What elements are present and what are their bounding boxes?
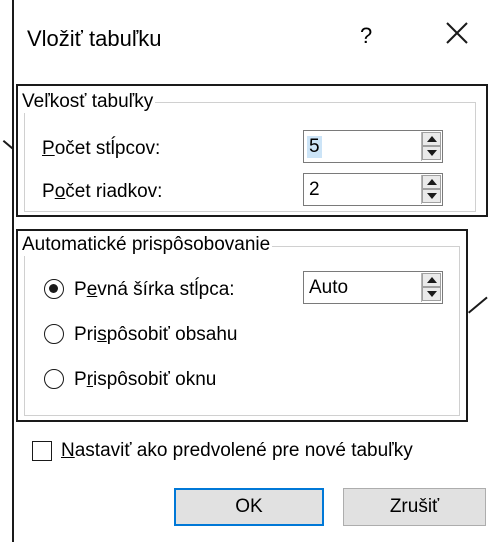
rows-label-start: P [42,181,55,202]
set-default-checkbox[interactable] [32,441,52,461]
autofit-legend: Automatické prispôsobovanie [20,234,273,256]
set-default-label-text: astaviť ako predvolené pre nové tabuľky [74,440,413,461]
fit-content-label-start: Pri [74,324,98,345]
fit-window-label-start: P [74,369,87,390]
set-default-label-accel: N [61,440,75,461]
fixed-width-spinner[interactable]: Auto [303,271,443,304]
arrow-up-icon [427,179,437,185]
columns-label-text: očet stĺpcov: [54,138,161,159]
fixed-width-decrement-button[interactable] [422,287,441,301]
fit-content-label-accel: s [97,324,107,345]
fit-window-label-text: ispôsobiť oknu [93,369,217,390]
columns-label-accel: P [42,138,55,159]
fixed-width-value[interactable]: Auto [309,277,348,299]
fixed-width-label-accel: e [86,279,98,300]
fixed-width-label-start: P [74,279,87,300]
fixed-width-radio[interactable] [44,279,64,299]
ok-button[interactable]: OK [174,488,324,526]
rows-label-text: čet riadkov: [65,181,163,202]
arrow-up-icon [427,136,437,142]
fit-content-radio[interactable] [44,324,64,344]
set-default-label[interactable]: Nastaviť ako predvolené pre nové tabuľky [61,440,413,462]
radio-selected-dot [49,284,58,293]
rows-label: Počet riadkov: [42,181,162,203]
callout-line-right [468,296,488,314]
rows-spinner[interactable]: 2 [303,173,443,206]
columns-value[interactable]: 5 [307,136,322,158]
arrow-down-icon [427,291,437,297]
window-left-edge [12,0,14,542]
rows-value[interactable]: 2 [309,179,320,201]
fit-window-radio[interactable] [44,369,64,389]
rows-decrement-button[interactable] [422,189,441,203]
rows-increment-button[interactable] [422,175,441,189]
fixed-width-increment-button[interactable] [422,273,441,287]
arrow-up-icon [427,277,437,283]
fixed-width-spin-buttons [421,273,441,302]
fit-content-label-text: pôsobiť obsahu [106,324,238,345]
arrow-down-icon [427,150,437,156]
cancel-button[interactable]: Zrušiť [343,488,486,526]
close-icon [446,22,468,44]
columns-spinner[interactable]: 5 [303,130,443,163]
help-button[interactable]: ? [360,23,372,49]
dialog-title: Vložiť tabuľku [27,26,162,51]
fit-window-label[interactable]: Prispôsobiť oknu [74,369,216,391]
table-size-legend: Veľkosť tabuľky [20,91,156,113]
fixed-width-label[interactable]: Pevná šírka stĺpca: [74,279,235,301]
rows-label-accel: o [54,181,66,202]
arrow-down-icon [427,193,437,199]
rows-spin-buttons [421,175,441,204]
columns-increment-button[interactable] [422,132,441,146]
fixed-width-label-text: vná šírka stĺpca: [97,279,235,300]
columns-decrement-button[interactable] [422,146,441,160]
columns-spin-buttons [421,132,441,161]
close-button[interactable] [444,20,470,46]
columns-label: Počet stĺpcov: [42,138,160,160]
fit-content-label[interactable]: Prispôsobiť obsahu [74,324,237,346]
